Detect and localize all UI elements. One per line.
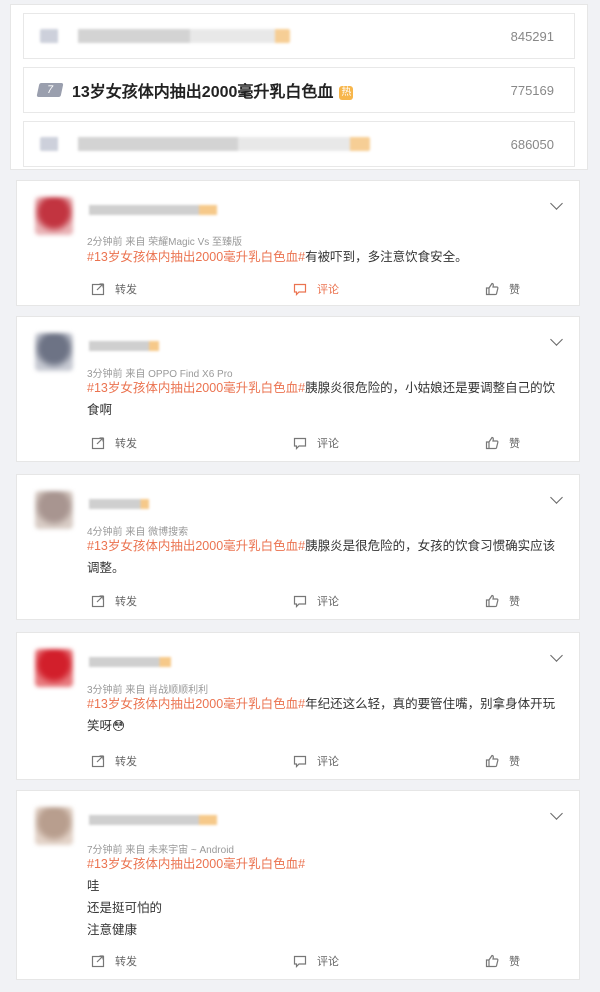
thumbs-up-icon: [485, 954, 499, 968]
hot-search-item[interactable]: 686050: [23, 121, 575, 167]
thumbs-up-icon: [485, 754, 499, 768]
hot-count: 845291: [510, 28, 554, 44]
action-bar: 转发 评论 赞: [87, 953, 559, 971]
like-label: 赞: [509, 284, 520, 296]
chevron-down-icon[interactable]: [550, 807, 563, 820]
repost-label: 转发: [115, 438, 137, 450]
blurred-username[interactable]: [89, 657, 171, 667]
blurred-username[interactable]: [89, 499, 149, 509]
topic-link[interactable]: #13岁女孩体内抽出2000毫升乳白色血#: [87, 539, 305, 553]
comment-label: 评论: [317, 756, 339, 768]
comment-card: 3分钟前 来自 OPPO Find X6 Pro #13岁女孩体内抽出2000毫…: [16, 316, 580, 462]
comment-line: 还是挺可怕的: [87, 901, 163, 915]
comment-icon: [293, 954, 307, 968]
hot-badge-icon: 热: [339, 86, 354, 100]
hot-search-title[interactable]: 13岁女孩体内抽出2000毫升乳白色血热: [72, 78, 354, 102]
chevron-down-icon[interactable]: [550, 197, 563, 210]
blurred-username[interactable]: [89, 815, 217, 825]
avatar[interactable]: [35, 491, 73, 529]
action-bar: 转发 评论 赞: [87, 753, 559, 771]
like-button[interactable]: 赞: [485, 435, 520, 451]
hot-count: 775169: [510, 82, 554, 98]
like-label: 赞: [509, 596, 520, 608]
repost-icon: [91, 754, 105, 768]
repost-icon: [91, 436, 105, 450]
comment-label: 评论: [317, 284, 339, 296]
comment-label: 评论: [317, 438, 339, 450]
avatar[interactable]: [35, 649, 73, 687]
chevron-down-icon[interactable]: [550, 649, 563, 662]
blurred-title: [40, 137, 370, 151]
like-label: 赞: [509, 438, 520, 450]
thumbs-up-icon: [485, 436, 499, 450]
comment-card: 2分钟前 来自 荣耀Magic Vs 至臻版 #13岁女孩体内抽出2000毫升乳…: [16, 180, 580, 306]
hot-search-list: 845291 7 13岁女孩体内抽出2000毫升乳白色血热 775169 686…: [10, 4, 588, 170]
repost-button[interactable]: 转发: [91, 281, 137, 297]
like-button[interactable]: 赞: [485, 281, 520, 297]
topic-link[interactable]: #13岁女孩体内抽出2000毫升乳白色血#: [87, 381, 305, 395]
comment-icon: [293, 594, 307, 608]
topic-link[interactable]: #13岁女孩体内抽出2000毫升乳白色血#: [87, 250, 305, 264]
chevron-down-icon[interactable]: [550, 491, 563, 504]
comment-card: 4分钟前 来自 微博搜索 #13岁女孩体内抽出2000毫升乳白色血#胰腺炎是很危…: [16, 474, 580, 620]
topic-link[interactable]: #13岁女孩体内抽出2000毫升乳白色血#: [87, 697, 305, 711]
repost-button[interactable]: 转发: [91, 953, 137, 969]
repost-label: 转发: [115, 284, 137, 296]
repost-label: 转发: [115, 596, 137, 608]
avatar[interactable]: [35, 333, 73, 371]
like-label: 赞: [509, 756, 520, 768]
comment-icon: [293, 436, 307, 450]
blurred-username[interactable]: [89, 341, 159, 351]
comment-button[interactable]: 评论: [293, 593, 339, 609]
comment-text: 有被吓到，多注意饮食安全。: [305, 250, 468, 264]
comment-icon: [293, 282, 307, 296]
repost-icon: [91, 954, 105, 968]
comment-card: 3分钟前 来自 肖战顺顺利利 #13岁女孩体内抽出2000毫升乳白色血#年纪还这…: [16, 632, 580, 780]
blurred-title: [40, 29, 290, 43]
comment-card: 7分钟前 来自 未来宇宙 ~ Android #13岁女孩体内抽出2000毫升乳…: [16, 790, 580, 980]
comment-body: #13岁女孩体内抽出2000毫升乳白色血# 哇 还是挺可怕的 注意健康: [87, 853, 565, 941]
action-bar: 转发 评论 赞: [87, 593, 559, 611]
thumbs-up-icon: [485, 282, 499, 296]
avatar[interactable]: [35, 807, 73, 845]
comment-body: #13岁女孩体内抽出2000毫升乳白色血#胰腺炎很危险的，小姑娘还是要调整自己的…: [87, 377, 565, 421]
comment-button[interactable]: 评论: [293, 435, 339, 451]
comment-icon: [293, 754, 307, 768]
repost-button[interactable]: 转发: [91, 753, 137, 769]
like-label: 赞: [509, 956, 520, 968]
rank-badge: 7: [36, 83, 64, 97]
repost-icon: [91, 594, 105, 608]
action-bar: 转发 评论 赞: [87, 435, 559, 453]
chevron-down-icon[interactable]: [550, 333, 563, 346]
avatar[interactable]: [35, 197, 73, 235]
comment-label: 评论: [317, 956, 339, 968]
comment-line: 哇: [87, 879, 100, 893]
comment-label: 评论: [317, 596, 339, 608]
comment-button[interactable]: 评论: [293, 953, 339, 969]
topic-link[interactable]: #13岁女孩体内抽出2000毫升乳白色血#: [87, 853, 565, 875]
action-bar: 转发 评论 赞: [87, 281, 559, 299]
repost-icon: [91, 282, 105, 296]
comment-line: 注意健康: [87, 923, 138, 937]
comment-button[interactable]: 评论: [293, 753, 339, 769]
hot-search-item[interactable]: 7 13岁女孩体内抽出2000毫升乳白色血热 775169: [23, 67, 575, 113]
like-button[interactable]: 赞: [485, 753, 520, 769]
repost-label: 转发: [115, 756, 137, 768]
comment-button[interactable]: 评论: [293, 281, 339, 297]
repost-button[interactable]: 转发: [91, 593, 137, 609]
repost-button[interactable]: 转发: [91, 435, 137, 451]
blurred-username[interactable]: [89, 205, 217, 215]
comment-body: #13岁女孩体内抽出2000毫升乳白色血#年纪还这么轻，真的要管住嘴，别拿身体开…: [87, 693, 565, 737]
hot-search-item[interactable]: 845291: [23, 13, 575, 59]
comment-body: #13岁女孩体内抽出2000毫升乳白色血#胰腺炎是很危险的，女孩的饮食习惯确实应…: [87, 535, 565, 579]
repost-label: 转发: [115, 956, 137, 968]
hot-count: 686050: [510, 136, 554, 152]
like-button[interactable]: 赞: [485, 953, 520, 969]
like-button[interactable]: 赞: [485, 593, 520, 609]
thumbs-up-icon: [485, 594, 499, 608]
comment-body: #13岁女孩体内抽出2000毫升乳白色血#有被吓到，多注意饮食安全。: [87, 246, 565, 268]
